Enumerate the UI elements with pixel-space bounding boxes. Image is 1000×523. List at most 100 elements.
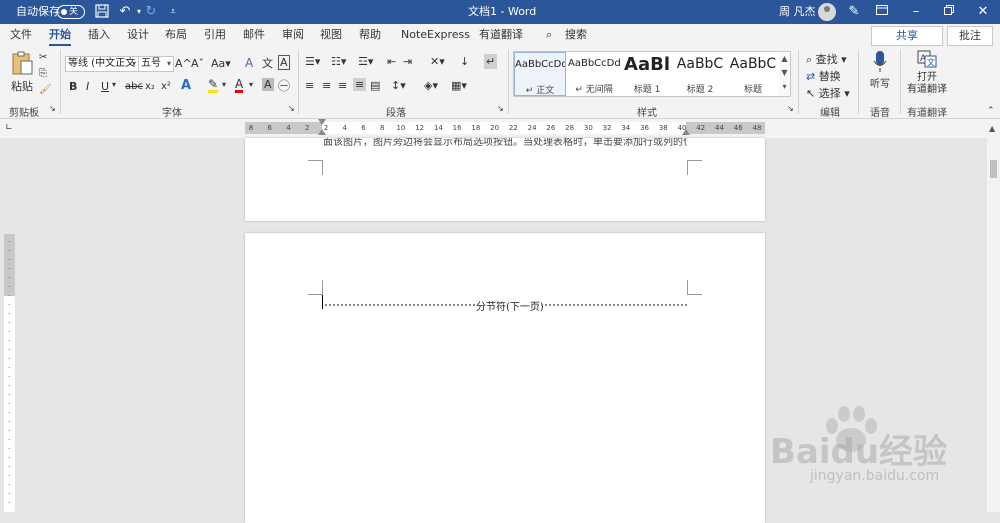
autosave-toggle[interactable]: 关 (57, 5, 85, 19)
bullets-icon[interactable]: ☰▾ (305, 55, 320, 68)
tab-home[interactable]: 开始 (49, 28, 71, 46)
tab-mailings[interactable]: 邮件 (243, 28, 265, 42)
copy-icon[interactable]: ⎘ (39, 68, 47, 79)
scroll-up-icon[interactable]: ▲ (779, 52, 790, 66)
more-styles-icon[interactable]: ▾ (779, 80, 790, 94)
character-shading-icon[interactable]: A (262, 78, 274, 91)
font-size-select[interactable]: 五号 ▾ (138, 56, 174, 72)
scrollbar-thumb[interactable] (990, 160, 997, 178)
underline-button[interactable]: U (101, 80, 109, 93)
find-button[interactable]: ⌕ 查找 ▾ (806, 51, 847, 67)
replace-button[interactable]: ⇄ 替换 (806, 68, 841, 84)
align-center-icon[interactable]: ≡ (322, 79, 331, 92)
numbering-icon[interactable]: ☷▾ (331, 55, 346, 68)
style-heading-2[interactable]: AaBbC 标题 2 (674, 52, 726, 96)
vertical-ruler[interactable]: - - - - - - - - - - - - - - - - - - - - - - - - - - - - - - (4, 234, 15, 512)
multilevel-list-icon[interactable]: ☲▾ (358, 55, 373, 68)
save-icon[interactable] (94, 4, 110, 20)
tab-help[interactable]: 帮助 (359, 28, 381, 42)
select-button[interactable]: ↖ 选择 ▾ (806, 85, 850, 101)
tab-insert[interactable]: 插入 (88, 28, 110, 42)
tab-design[interactable]: 设计 (127, 28, 149, 42)
share-button[interactable]: 共享 (871, 26, 943, 46)
strikethrough-button[interactable]: abc (125, 81, 143, 92)
subscript-button[interactable]: x₂ (145, 81, 155, 92)
vertical-scrollbar[interactable]: ▲ (987, 124, 1000, 512)
tab-file[interactable]: 文件 (10, 28, 32, 42)
user-name[interactable]: 周 凡杰 (779, 5, 816, 19)
show-formatting-marks-icon[interactable]: ↵ (484, 54, 498, 69)
style-normal[interactable]: AaBbCcDd ↵ 正文 (514, 52, 566, 96)
search-box[interactable]: 搜索 (565, 28, 587, 42)
font-color-dropdown-icon[interactable]: ▾ (249, 80, 253, 89)
open-youdao-button[interactable]: A文 打开 有道翻译 (906, 50, 948, 96)
minimize-icon[interactable]: – (908, 4, 924, 20)
avatar[interactable] (818, 3, 836, 21)
section-break-next-page[interactable]: 分节符(下一页) (323, 298, 687, 313)
tab-noteexpress[interactable]: NoteExpress (401, 28, 470, 42)
style-heading-1[interactable]: AaBl 标题 1 (621, 52, 673, 96)
text-effects-icon[interactable]: A (181, 78, 191, 93)
enclose-character-icon[interactable]: ㊀ (278, 77, 290, 94)
borders-icon[interactable]: ▦▾ (451, 79, 467, 92)
highlight-icon[interactable]: ✎ (208, 78, 219, 93)
align-left-icon[interactable]: ≡ (305, 79, 314, 92)
cut-icon[interactable]: ✂ (39, 52, 47, 63)
distributed-icon[interactable]: ▤ (370, 79, 380, 92)
font-color-icon[interactable]: A (235, 78, 244, 93)
phonetic-guide-icon[interactable]: 文 (262, 55, 273, 71)
divider (858, 50, 859, 114)
tab-view[interactable]: 视图 (320, 28, 342, 42)
page-1[interactable]: 面该图片，图片旁边将会显示布局选项按钮。当处理表格时，单击要添加行或列的位置，然 (245, 138, 765, 221)
shrink-font-icon[interactable]: Aˇ (191, 57, 204, 70)
font-name-select[interactable]: 等线 (中文正文 ▾ (65, 56, 139, 72)
highlight-dropdown-icon[interactable]: ▾ (222, 80, 226, 89)
format-painter-icon[interactable]: 🖌 (39, 84, 52, 95)
paste-button[interactable]: 粘贴 (8, 50, 36, 94)
restore-icon[interactable] (941, 4, 957, 20)
font-size-value: 五号 (141, 58, 161, 69)
underline-dropdown-icon[interactable]: ▾ (112, 80, 116, 89)
clipboard-launcher-icon[interactable]: ↘ (49, 104, 56, 113)
justify-icon[interactable]: ≡ (353, 78, 367, 91)
horizontal-ruler[interactable]: 8 6 4 2 2 4 6 8 10 12 14 16 18 20 22 24 26 28 30 32 34 36 38 40… (245, 119, 765, 135)
scroll-down-icon[interactable]: ▼ (779, 66, 790, 80)
styles-scroll[interactable]: ▲ ▼ ▾ (779, 51, 791, 97)
paragraph-launcher-icon[interactable]: ↘ (497, 104, 504, 113)
grow-font-icon[interactable]: A^ (175, 57, 192, 70)
pen-icon[interactable]: ✎ (846, 4, 862, 20)
tab-selector-icon[interactable]: ∟ (4, 123, 14, 133)
sort-icon[interactable]: ↓ (460, 55, 469, 68)
redo-icon[interactable]: ↻ (143, 4, 159, 20)
search-icon[interactable]: ⌕ (546, 28, 552, 42)
scroll-up-icon[interactable]: ▲ (989, 124, 995, 133)
shading-icon[interactable]: ◈▾ (424, 79, 438, 92)
font-launcher-icon[interactable]: ↘ (288, 104, 295, 113)
decrease-indent-icon[interactable]: ⇤ (387, 55, 396, 68)
ribbon-display-icon[interactable] (874, 4, 890, 20)
style-no-spacing[interactable]: AaBbCcDd ↵ 无间隔 (568, 52, 620, 96)
tab-youdao[interactable]: 有道翻译 (479, 28, 523, 42)
align-right-icon[interactable]: ≡ (338, 79, 347, 92)
enclose-characters-icon[interactable]: A (278, 55, 290, 70)
superscript-button[interactable]: x² (161, 81, 171, 92)
customize-toolbar-icon[interactable]: ⩡ (165, 4, 181, 20)
style-title[interactable]: AaBbC 标题 (727, 52, 779, 96)
line-spacing-icon[interactable]: ↕▾ (391, 79, 406, 92)
page-2[interactable]: 分节符(下一页) (245, 233, 765, 523)
dictate-button[interactable]: 听写 (866, 50, 894, 92)
italic-button[interactable]: I (86, 80, 89, 93)
clear-formatting-icon[interactable]: A (245, 56, 253, 70)
collapse-ribbon-icon[interactable]: ⌃ (987, 106, 995, 116)
comments-button[interactable]: 批注 (947, 26, 993, 46)
tab-layout[interactable]: 布局 (165, 28, 187, 42)
bold-button[interactable]: B (69, 80, 77, 93)
styles-launcher-icon[interactable]: ↘ (787, 104, 794, 113)
vertical-ruler-tick: - (8, 355, 11, 362)
close-icon[interactable]: ✕ (975, 4, 991, 20)
increase-indent-icon[interactable]: ⇥ (403, 55, 412, 68)
tab-references[interactable]: 引用 (204, 28, 226, 42)
tab-review[interactable]: 审阅 (282, 28, 304, 42)
chinese-layout-icon[interactable]: ✕▾ (430, 55, 445, 68)
change-case-icon[interactable]: Aa▾ (211, 57, 231, 70)
